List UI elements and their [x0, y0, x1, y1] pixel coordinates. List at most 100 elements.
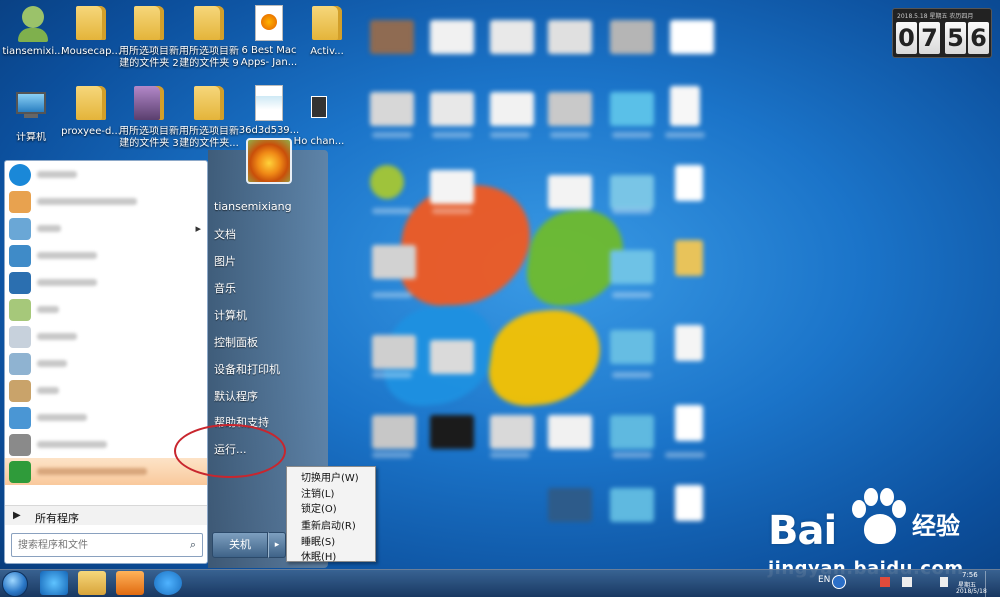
desktop-icon-folder[interactable]: Mousecap...: [60, 4, 122, 58]
run-highlight-circle: [174, 424, 286, 478]
program-item[interactable]: [5, 404, 207, 431]
search-icon[interactable]: ⌕: [190, 538, 196, 552]
app-icon: [9, 218, 31, 240]
desktop-icon-user[interactable]: tiansemixi...: [2, 4, 64, 58]
start-item-documents[interactable]: 文档: [214, 226, 236, 242]
desktop-icon-label: Activ...: [310, 46, 344, 57]
desktop-icon-label: Mousecap...: [61, 46, 121, 57]
desktop-icon-label: 用所选项目新建的文件夹 2: [119, 46, 179, 69]
volume-icon[interactable]: [940, 577, 948, 587]
menu-item-sleep[interactable]: 睡眠(S): [301, 533, 371, 548]
search-box[interactable]: ⌕: [11, 533, 203, 557]
start-item-music[interactable]: 音乐: [214, 280, 236, 296]
all-programs-arrow-icon: ▶: [13, 510, 21, 521]
search-input[interactable]: [12, 534, 172, 556]
folder-icon: [310, 6, 344, 44]
program-item[interactable]: [5, 269, 207, 296]
app-icon: [9, 299, 31, 321]
show-desktop-button[interactable]: [985, 571, 1000, 597]
folder-icon: [192, 6, 226, 44]
program-item[interactable]: [5, 296, 207, 323]
start-item-devices-printers[interactable]: 设备和打印机: [214, 361, 280, 377]
app-icon: [9, 326, 31, 348]
folder-icon: [132, 86, 166, 124]
desktop-icon-label: proxyee-d...: [61, 126, 121, 137]
desktop-icon-folder[interactable]: Activ...: [296, 4, 358, 58]
language-indicator[interactable]: EN: [818, 575, 830, 585]
start-item-computer[interactable]: 计算机: [214, 307, 247, 323]
program-item[interactable]: [5, 350, 207, 377]
desktop-icon-label: tiansemixi...: [2, 46, 64, 57]
file-icon: [302, 96, 336, 134]
program-item[interactable]: [5, 188, 207, 215]
shutdown-options-button[interactable]: ▸: [268, 532, 286, 558]
folder-icon: [192, 86, 226, 124]
all-programs[interactable]: ▶ 所有程序: [5, 505, 207, 525]
program-item-highlighted[interactable]: [5, 458, 207, 485]
desktop-icon-computer[interactable]: 计算机: [0, 88, 62, 144]
program-item[interactable]: [5, 242, 207, 269]
menu-item-hibernate[interactable]: 休眠(H): [301, 548, 371, 563]
taskbar: [0, 569, 1000, 597]
app-icon: [9, 272, 31, 294]
desktop-icon-label: 计算机: [16, 132, 46, 143]
clock-date: 2018/5/18: [956, 588, 987, 595]
program-item[interactable]: ▸: [5, 215, 207, 242]
program-item[interactable]: [5, 377, 207, 404]
clock-widget: 2018.5.18 星期五 农历四月 0 7 5 6: [892, 8, 992, 58]
desktop-icon-label: 用所选项目新建的文件夹...: [179, 126, 239, 149]
clock-digit: 6: [968, 22, 989, 54]
all-programs-label: 所有程序: [35, 512, 79, 525]
start-item-pictures[interactable]: 图片: [214, 253, 236, 269]
desktop-icon-folder[interactable]: 用所选项目新建的文件夹 3: [118, 84, 180, 150]
clock-header: 2018.5.18 星期五 农历四月: [897, 13, 974, 20]
watermark-brand: Bai: [768, 508, 837, 554]
app-icon: [9, 434, 31, 456]
baidu-watermark: Bai 经验 jingyan.baidu.com: [768, 488, 974, 582]
desktop-icon-label: 用所选项目新建的文件夹 9: [179, 46, 239, 69]
desktop-icon-folder[interactable]: 用所选项目新建的文件夹 9: [178, 4, 240, 70]
baidu-paw-icon: [852, 488, 908, 548]
submenu-arrow-icon: ▸: [195, 222, 201, 235]
app-icon: [9, 380, 31, 402]
start-item-default-programs[interactable]: 默认程序: [214, 388, 258, 404]
start-menu-program-list: ▸ ▶ 所有程序 ⌕: [4, 160, 208, 564]
computer-icon: [14, 92, 48, 130]
app-icon: [9, 407, 31, 429]
desktop-icon-folder[interactable]: 用所选项目新建的文件夹 2: [118, 4, 180, 70]
clock-digit: 7: [919, 22, 940, 54]
app-icon: [9, 353, 31, 375]
start-button-icon[interactable]: [2, 571, 28, 597]
media-player-icon[interactable]: [116, 571, 144, 595]
menu-item-restart[interactable]: 重新启动(R): [301, 517, 371, 532]
firefox-icon: [252, 5, 286, 43]
app-icon: [9, 245, 31, 267]
watermark-brand-cn: 经验: [912, 512, 960, 540]
shutdown-button[interactable]: 关机: [212, 532, 268, 558]
user-avatar[interactable]: [246, 138, 292, 184]
menu-item-switch-user[interactable]: 切换用户(W): [301, 469, 371, 484]
menu-item-lock[interactable]: 锁定(O): [301, 500, 371, 515]
start-item-control-panel[interactable]: 控制面板: [214, 334, 258, 350]
explorer-icon[interactable]: [78, 571, 106, 595]
desktop-icon-firefox-doc[interactable]: 6 Best Mac Apps- Jan...: [238, 4, 300, 69]
app-icon: [9, 164, 31, 186]
clock-time[interactable]: 7:56: [962, 571, 978, 579]
user-name[interactable]: tiansemixiang: [214, 200, 292, 213]
menu-item-log-off[interactable]: 注销(L): [301, 485, 371, 500]
flag-icon[interactable]: [880, 577, 890, 587]
app-icon: [9, 191, 31, 213]
clock-digit: 0: [896, 22, 917, 54]
program-item[interactable]: [5, 161, 207, 188]
desktop-icon-folder[interactable]: 用所选项目新建的文件夹...: [178, 84, 240, 150]
network-icon[interactable]: [902, 577, 912, 587]
user-folder-icon: [16, 6, 50, 44]
ie-icon[interactable]: [40, 571, 68, 595]
power-options-menu: 切换用户(W) 注销(L) 锁定(O) 重新启动(R) 睡眠(S) 休眠(H): [286, 466, 376, 563]
desktop-icon-folder[interactable]: proxyee-d...: [60, 84, 122, 138]
help-icon[interactable]: [832, 575, 846, 589]
app-taskbar-icon[interactable]: [154, 571, 182, 595]
program-item[interactable]: [5, 323, 207, 350]
win-logo-yellow: [483, 304, 607, 411]
desktop-icon-label: 6 Best Mac Apps- Jan...: [240, 45, 298, 68]
